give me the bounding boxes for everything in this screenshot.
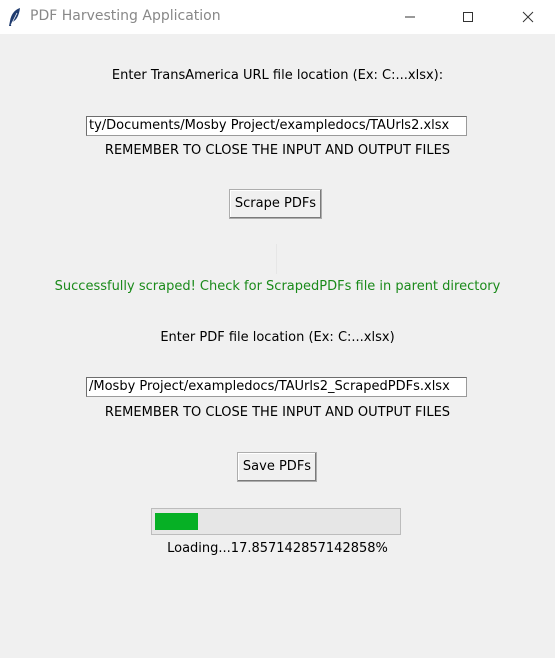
- minimize-button[interactable]: [387, 0, 433, 34]
- close-button[interactable]: [505, 0, 551, 34]
- scrape-pdfs-button[interactable]: Scrape PDFs: [229, 189, 322, 219]
- title-bar[interactable]: PDF Harvesting Application: [0, 0, 555, 34]
- url-file-input[interactable]: ty/Documents/Mosby Project/exampledocs/T…: [86, 116, 467, 136]
- close-files-reminder-2: REMEMBER TO CLOSE THE INPUT AND OUTPUT F…: [104, 405, 451, 420]
- separator: [276, 244, 277, 274]
- pdf-file-input[interactable]: /Mosby Project/exampledocs/TAUrls2_Scrap…: [86, 377, 467, 397]
- minimize-icon: [404, 8, 416, 27]
- loading-label: Loading...17.857142857142858%: [167, 541, 388, 556]
- scrape-status-message: Successfully scraped! Check for ScrapedP…: [54, 279, 501, 294]
- feather-icon: [8, 7, 22, 27]
- url-file-prompt: Enter TransAmerica URL file location (Ex…: [111, 68, 444, 83]
- pdf-file-prompt: Enter PDF file location (Ex: C:...xlsx): [160, 330, 395, 345]
- main-content: Enter TransAmerica URL file location (Ex…: [0, 34, 555, 658]
- progress-bar-fill: [155, 513, 199, 530]
- app-window: PDF Harvesting Application Enter TransAm…: [0, 0, 555, 658]
- window-title: PDF Harvesting Application: [30, 8, 221, 24]
- close-files-reminder-1: REMEMBER TO CLOSE THE INPUT AND OUTPUT F…: [104, 143, 451, 158]
- save-pdfs-button[interactable]: Save PDFs: [237, 452, 317, 482]
- close-icon: [522, 8, 534, 27]
- maximize-icon: [462, 8, 474, 27]
- progress-bar: [151, 508, 401, 535]
- maximize-button[interactable]: [445, 0, 491, 34]
